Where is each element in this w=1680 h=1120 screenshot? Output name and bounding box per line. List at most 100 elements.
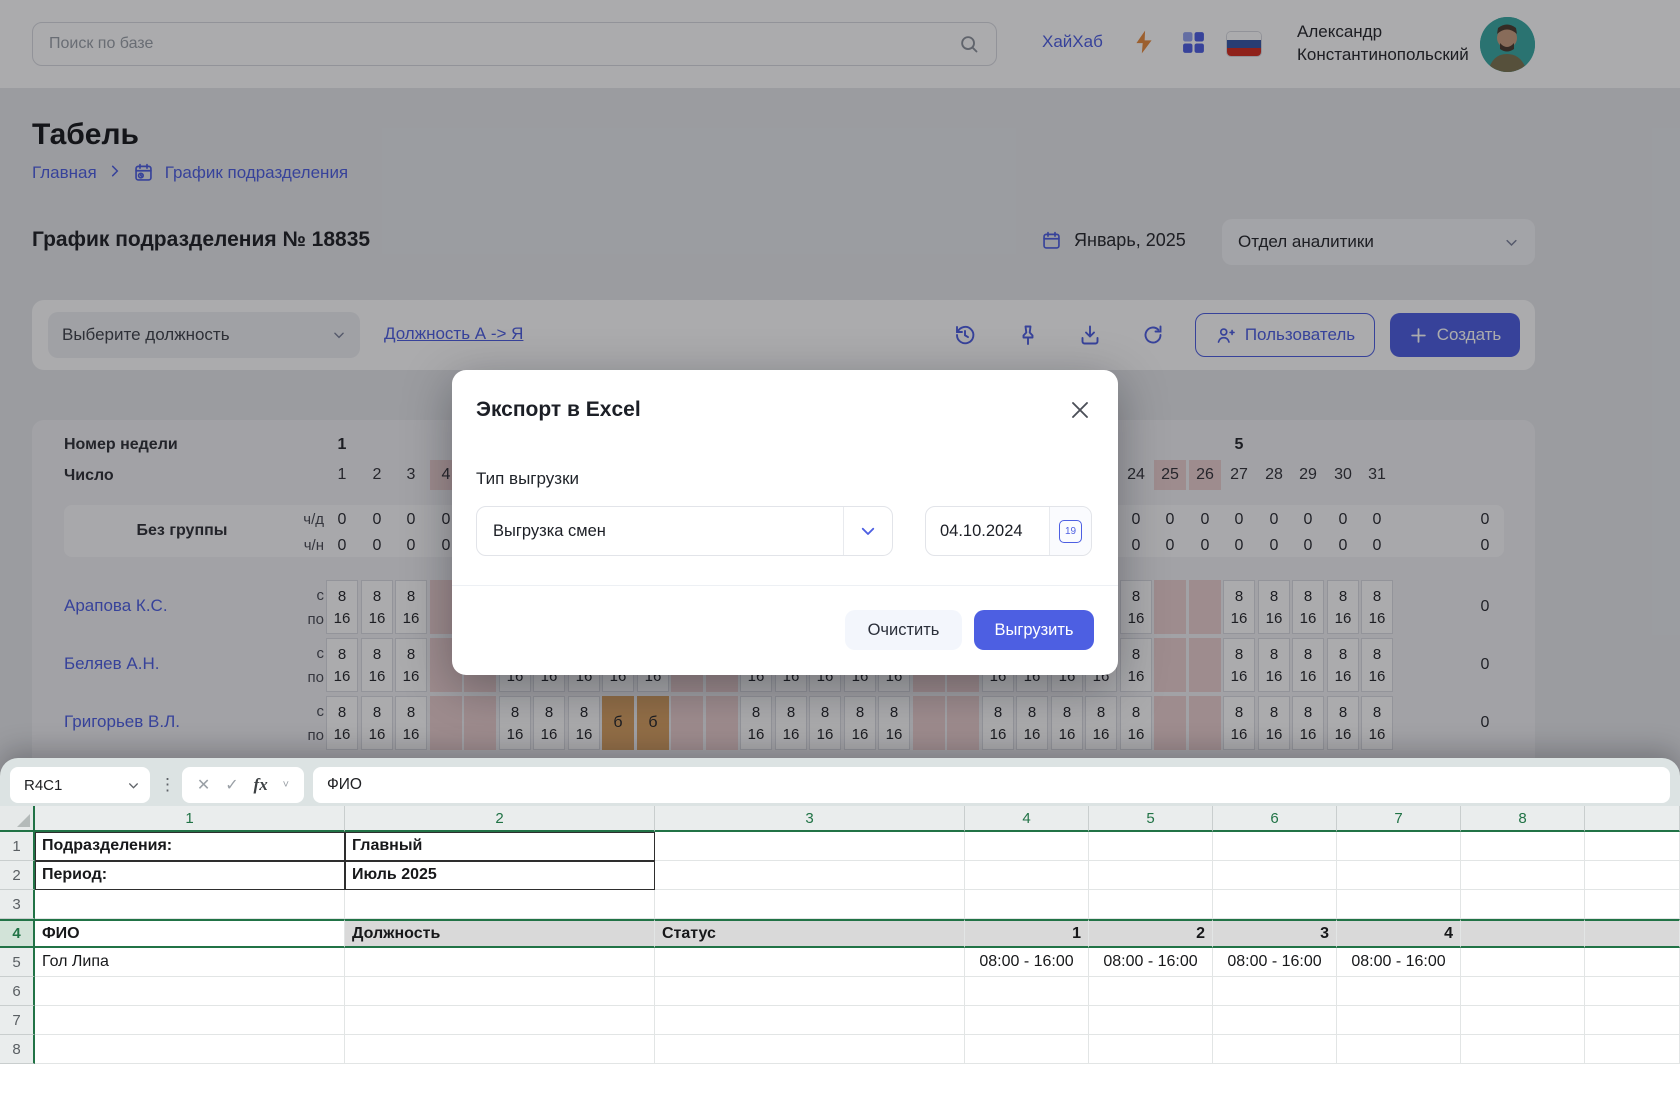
column-header[interactable]: 2	[345, 806, 655, 832]
spreadsheet-cell[interactable]	[1089, 1035, 1213, 1064]
column-header[interactable]: 8	[1461, 806, 1585, 832]
calendar-picker-icon[interactable]: 19	[1049, 507, 1091, 555]
spreadsheet-cell[interactable]	[1213, 890, 1337, 919]
spreadsheet-cell[interactable]	[965, 832, 1089, 861]
spreadsheet-cell[interactable]	[1585, 1006, 1680, 1035]
spreadsheet-cell[interactable]: 3	[1213, 919, 1337, 948]
row-header[interactable]: 6	[0, 977, 35, 1006]
spreadsheet-cell[interactable]: 1	[965, 919, 1089, 948]
spreadsheet-cell[interactable]	[1585, 1035, 1680, 1064]
spreadsheet-cell[interactable]: Статус	[655, 919, 965, 948]
spreadsheet-cell[interactable]	[965, 861, 1089, 890]
spreadsheet-cell[interactable]	[1213, 977, 1337, 1006]
spreadsheet-cell[interactable]	[965, 890, 1089, 919]
spreadsheet-cell[interactable]: Июль 2025	[345, 861, 655, 890]
spreadsheet-cell[interactable]: 4	[1337, 919, 1461, 948]
spreadsheet-cell[interactable]	[655, 1006, 965, 1035]
spreadsheet-cell[interactable]	[655, 1035, 965, 1064]
row-header[interactable]: 1	[0, 832, 35, 861]
spreadsheet-cell[interactable]: 08:00 - 16:00	[965, 948, 1089, 977]
spreadsheet-cell[interactable]: Подразделения:	[35, 832, 345, 861]
spreadsheet-cell[interactable]	[1461, 861, 1585, 890]
spreadsheet-cell[interactable]	[35, 1035, 345, 1064]
column-header[interactable]: 3	[655, 806, 965, 832]
column-header[interactable]	[1585, 806, 1680, 832]
column-header[interactable]: 5	[1089, 806, 1213, 832]
spreadsheet-cell[interactable]	[345, 890, 655, 919]
spreadsheet-cell[interactable]	[345, 948, 655, 977]
spreadsheet-cell[interactable]	[965, 977, 1089, 1006]
spreadsheet-cell[interactable]	[1337, 890, 1461, 919]
spreadsheet-cell[interactable]: Должность	[345, 919, 655, 948]
spreadsheet-cell[interactable]	[1089, 890, 1213, 919]
spreadsheet-cell[interactable]	[655, 948, 965, 977]
spreadsheet-cell[interactable]: 08:00 - 16:00	[1089, 948, 1213, 977]
spreadsheet-cell[interactable]	[345, 977, 655, 1006]
spreadsheet-cell[interactable]	[1585, 977, 1680, 1006]
spreadsheet-cell[interactable]	[1585, 832, 1680, 861]
spreadsheet-cell[interactable]	[1337, 861, 1461, 890]
spreadsheet-cell[interactable]	[655, 832, 965, 861]
chevron-down-icon[interactable]: ˅	[283, 779, 289, 791]
spreadsheet-cell[interactable]	[345, 1035, 655, 1064]
spreadsheet-cell[interactable]	[655, 890, 965, 919]
spreadsheet-cell[interactable]	[1461, 832, 1585, 861]
clear-button[interactable]: Очистить	[845, 610, 962, 650]
drag-handle-icon[interactable]: ⋮	[159, 775, 176, 795]
column-header[interactable]: 4	[965, 806, 1089, 832]
row-header[interactable]: 4	[0, 919, 35, 948]
spreadsheet-cell[interactable]: 08:00 - 16:00	[1213, 948, 1337, 977]
spreadsheet-cell[interactable]	[1461, 890, 1585, 919]
spreadsheet-cell[interactable]	[1461, 919, 1585, 948]
column-header[interactable]: 7	[1337, 806, 1461, 832]
spreadsheet-cell[interactable]	[1585, 948, 1680, 977]
spreadsheet-cell[interactable]	[1213, 832, 1337, 861]
row-header[interactable]: 8	[0, 1035, 35, 1064]
spreadsheet-cell[interactable]: ФИО	[35, 919, 345, 948]
spreadsheet-cell[interactable]	[345, 1006, 655, 1035]
spreadsheet-cell[interactable]	[35, 977, 345, 1006]
spreadsheet-cell[interactable]	[1461, 977, 1585, 1006]
spreadsheet-cell[interactable]	[1089, 861, 1213, 890]
spreadsheet-cell[interactable]	[1585, 861, 1680, 890]
spreadsheet-cell[interactable]	[1213, 1035, 1337, 1064]
spreadsheet-cell[interactable]: 08:00 - 16:00	[1337, 948, 1461, 977]
spreadsheet-cell[interactable]	[1461, 1035, 1585, 1064]
column-header[interactable]: 6	[1213, 806, 1337, 832]
close-icon[interactable]	[1068, 398, 1092, 422]
formula-bar[interactable]: ФИО	[313, 767, 1670, 803]
export-type-select[interactable]: Выгрузка смен	[476, 506, 893, 556]
spreadsheet-cell[interactable]	[1089, 1006, 1213, 1035]
spreadsheet-cell[interactable]	[965, 1006, 1089, 1035]
spreadsheet-cell[interactable]	[1461, 948, 1585, 977]
confirm-entry-icon[interactable]: ✓	[225, 775, 238, 795]
spreadsheet-cell[interactable]: Период:	[35, 861, 345, 890]
spreadsheet-cell[interactable]	[655, 861, 965, 890]
row-header[interactable]: 3	[0, 890, 35, 919]
spreadsheet-cell[interactable]: Главный	[345, 832, 655, 861]
spreadsheet-cell[interactable]	[1213, 1006, 1337, 1035]
spreadsheet-cell[interactable]	[1337, 1035, 1461, 1064]
spreadsheet-cell[interactable]	[35, 1006, 345, 1035]
cancel-entry-icon[interactable]: ✕	[197, 775, 210, 795]
spreadsheet-cell[interactable]	[655, 977, 965, 1006]
export-date-input[interactable]: 04.10.2024 19	[925, 506, 1092, 556]
spreadsheet-cell[interactable]	[35, 890, 345, 919]
spreadsheet-cell[interactable]	[965, 1035, 1089, 1064]
row-header[interactable]: 7	[0, 1006, 35, 1035]
column-header[interactable]: 1	[35, 806, 345, 832]
export-button[interactable]: Выгрузить	[974, 610, 1094, 650]
spreadsheet-cell[interactable]	[1089, 832, 1213, 861]
spreadsheet-cell[interactable]	[1337, 977, 1461, 1006]
spreadsheet-cell[interactable]	[1585, 890, 1680, 919]
row-header[interactable]: 5	[0, 948, 35, 977]
spreadsheet-cell[interactable]: 2	[1089, 919, 1213, 948]
spreadsheet-cell[interactable]	[1585, 919, 1680, 948]
row-header[interactable]: 2	[0, 861, 35, 890]
spreadsheet-cell[interactable]	[1337, 832, 1461, 861]
spreadsheet-cell[interactable]	[1213, 861, 1337, 890]
name-box[interactable]: R4C1	[10, 767, 150, 803]
select-all-corner[interactable]	[0, 806, 35, 832]
spreadsheet-cell[interactable]	[1089, 977, 1213, 1006]
spreadsheet-cell[interactable]: Гол Липа	[35, 948, 345, 977]
